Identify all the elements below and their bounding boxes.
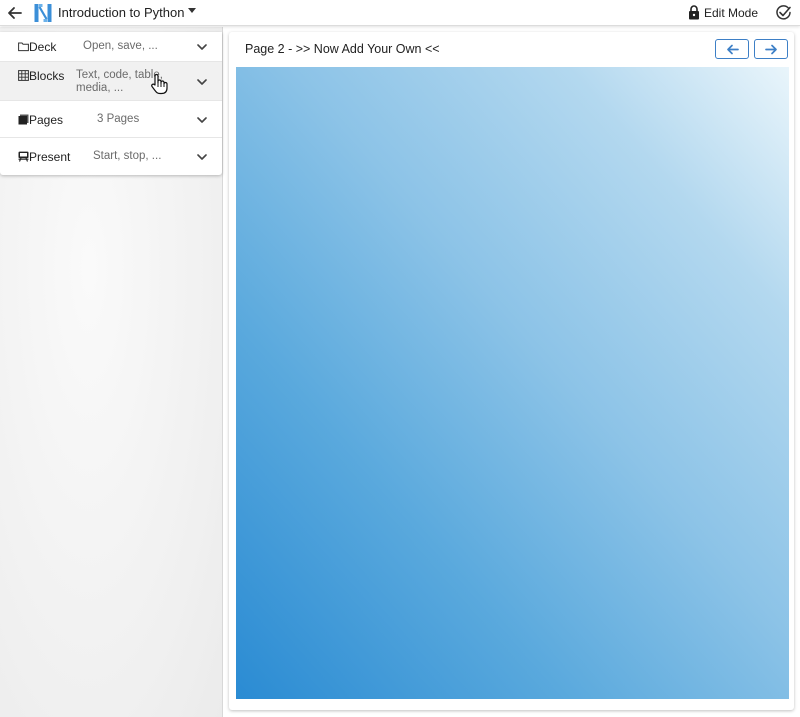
sidebar-menu: Deck Open, save, ... Blocks Text, code, … xyxy=(0,32,222,175)
folder-icon xyxy=(18,42,29,52)
chevron-down-icon[interactable] xyxy=(197,44,207,51)
app-logo-icon xyxy=(34,4,52,22)
caret-down-icon[interactable] xyxy=(188,8,196,14)
lock-icon xyxy=(689,5,699,20)
sidebar-item-label: Present xyxy=(29,150,71,164)
sidebar-item-pages[interactable]: Pages 3 Pages xyxy=(0,101,222,138)
sidebar-item-description-line2: media, ... xyxy=(76,82,124,94)
sidebar: Deck Open, save, ... Blocks Text, code, … xyxy=(0,27,223,717)
sidebar-item-label: Deck xyxy=(29,40,57,54)
next-page-button[interactable] xyxy=(754,39,788,59)
arrow-left-icon xyxy=(727,44,739,55)
previous-page-button[interactable] xyxy=(715,39,749,59)
chevron-down-icon[interactable] xyxy=(197,117,207,124)
chevron-down-icon[interactable] xyxy=(197,79,207,86)
hand-cursor-icon xyxy=(151,73,168,95)
edit-mode-toggle[interactable]: Edit Mode xyxy=(704,6,758,20)
chevron-down-icon[interactable] xyxy=(197,154,207,161)
slide-canvas[interactable] xyxy=(236,67,789,699)
arrow-right-icon xyxy=(765,44,777,55)
grid-icon xyxy=(18,70,29,81)
back-arrow-icon[interactable] xyxy=(5,3,25,23)
sidebar-item-deck[interactable]: Deck Open, save, ... xyxy=(0,32,222,62)
page-title: Page 2 - >> Now Add Your Own << xyxy=(245,42,440,56)
sidebar-item-present[interactable]: Present Start, stop, ... xyxy=(0,138,222,175)
presentation-icon xyxy=(18,151,29,162)
check-circle-icon[interactable] xyxy=(775,4,792,21)
deck-title[interactable]: Introduction to Python xyxy=(58,5,184,20)
sidebar-item-blocks[interactable]: Blocks Text, code, table, media, ... xyxy=(0,62,222,101)
top-bar: Introduction to Python Edit Mode xyxy=(0,0,800,26)
sidebar-item-label: Blocks xyxy=(29,69,65,83)
sidebar-item-description: Open, save, ... xyxy=(83,40,158,52)
pages-icon xyxy=(18,114,29,125)
page-editor: Page 2 - >> Now Add Your Own << xyxy=(229,32,794,710)
sidebar-item-description: 3 Pages xyxy=(97,113,140,125)
sidebar-item-label: Pages xyxy=(29,113,64,127)
sidebar-item-description: Start, stop, ... xyxy=(93,150,162,162)
